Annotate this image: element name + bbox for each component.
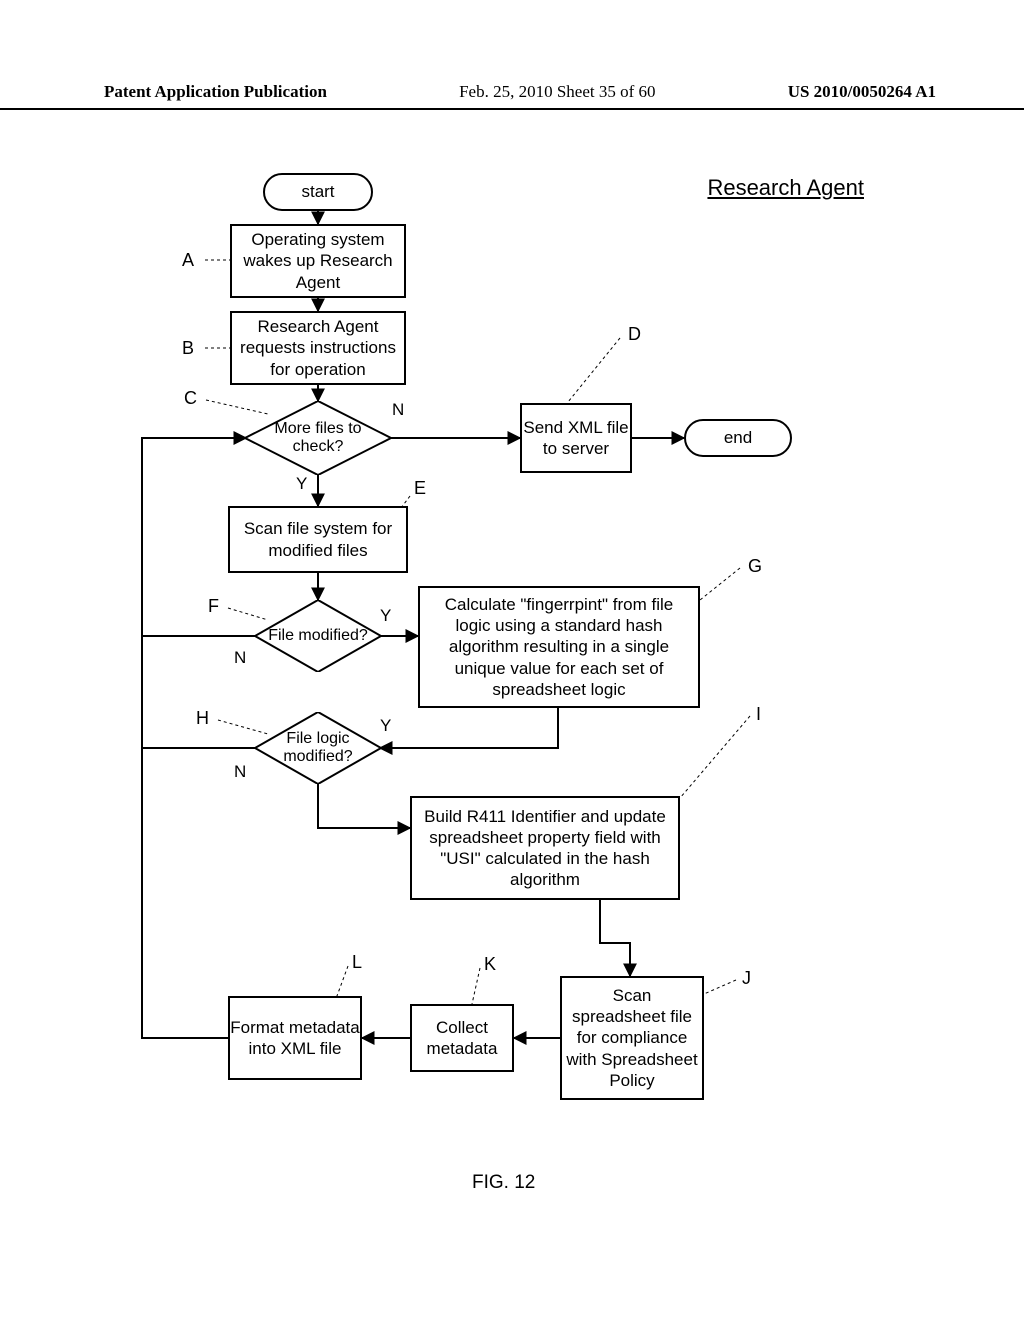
label-B: B xyxy=(182,338,194,359)
label-C: C xyxy=(184,388,197,409)
yn-C-Y: Y xyxy=(296,474,307,494)
process-G: Calculate "fingerrpint" from file logic … xyxy=(418,586,700,708)
start-text: start xyxy=(301,181,334,202)
process-E: Scan file system for modified files xyxy=(228,506,408,573)
end-text: end xyxy=(724,427,752,448)
G-text: Calculate "fingerrpint" from file logic … xyxy=(426,594,692,700)
yn-C-N: N xyxy=(392,400,404,420)
label-F: F xyxy=(208,596,219,617)
label-H: H xyxy=(196,708,209,729)
E-text: Scan file system for modified files xyxy=(230,518,406,561)
label-J: J xyxy=(742,968,751,989)
yn-H-Y: Y xyxy=(380,716,391,736)
decision-C: More files to check? xyxy=(245,401,391,475)
process-L: Format metadata into XML file xyxy=(228,996,362,1080)
process-K: Collect metadata xyxy=(410,1004,514,1072)
F-text: File modified? xyxy=(268,627,368,645)
header-left: Patent Application Publication xyxy=(104,82,327,102)
C-text: More files to check? xyxy=(253,420,383,457)
B-text: Research Agent requests instructions for… xyxy=(232,316,404,380)
I-text: Build R411 Identifier and update spreads… xyxy=(418,806,672,891)
label-D: D xyxy=(628,324,641,345)
process-A: Operating system wakes up Research Agent xyxy=(230,224,406,298)
A-text: Operating system wakes up Research Agent xyxy=(232,229,404,293)
D-text: Send XML file to server xyxy=(522,417,630,460)
patent-header: Patent Application Publication Feb. 25, … xyxy=(0,82,1024,110)
flowchart: start Operating system wakes up Research… xyxy=(100,168,920,1188)
terminator-start: start xyxy=(263,173,373,211)
K-text: Collect metadata xyxy=(412,1017,512,1060)
label-L: L xyxy=(352,952,362,973)
decision-H: File logic modified? xyxy=(255,712,381,784)
process-D: Send XML file to server xyxy=(520,403,632,473)
terminator-end: end xyxy=(684,419,792,457)
process-I: Build R411 Identifier and update spreads… xyxy=(410,796,680,900)
yn-H-N: N xyxy=(234,762,246,782)
decision-F: File modified? xyxy=(255,600,381,672)
yn-F-N: N xyxy=(234,648,246,668)
header-center: Feb. 25, 2010 Sheet 35 of 60 xyxy=(459,82,655,102)
figure-label: FIG. 12 xyxy=(472,1172,535,1194)
label-A: A xyxy=(182,250,194,271)
header-right: US 2010/0050264 A1 xyxy=(788,82,936,102)
process-B: Research Agent requests instructions for… xyxy=(230,311,406,385)
label-G: G xyxy=(748,556,762,577)
H-text: File logic modified? xyxy=(263,730,373,767)
yn-F-Y: Y xyxy=(380,606,391,626)
J-text: Scan spreadsheet file for compliance wit… xyxy=(566,985,698,1091)
L-text: Format metadata into XML file xyxy=(230,1017,360,1060)
label-I: I xyxy=(756,704,761,725)
label-K: K xyxy=(484,954,496,975)
label-E: E xyxy=(414,478,426,499)
process-J: Scan spreadsheet file for compliance wit… xyxy=(560,976,704,1100)
